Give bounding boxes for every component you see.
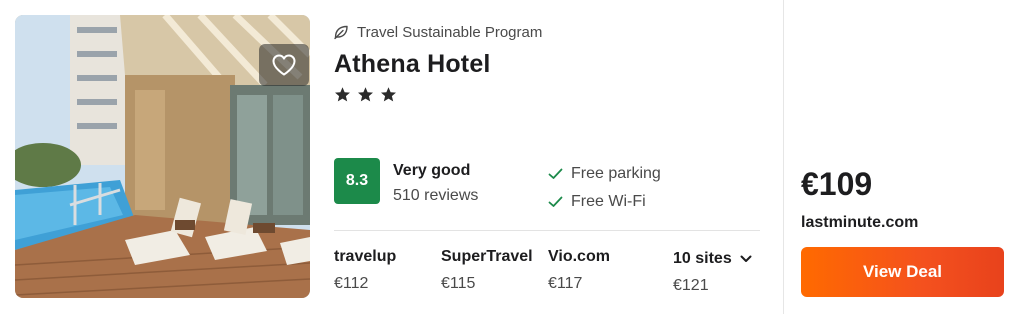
heart-icon [272, 54, 296, 76]
more-sites-dropdown[interactable]: 10 sites €121 [673, 250, 752, 295]
favorite-button[interactable] [259, 44, 309, 86]
divider [334, 230, 760, 231]
deal-price: €109 [801, 166, 873, 202]
provider-travelup[interactable]: travelup €112 [334, 248, 396, 293]
rating-label: Very good [393, 162, 471, 179]
amenity-label: Free parking [571, 165, 661, 182]
star-icon [335, 87, 350, 102]
more-sites-label: 10 sites [673, 250, 732, 267]
hotel-name[interactable]: Athena Hotel [334, 50, 491, 79]
provider-price: €112 [334, 275, 369, 292]
chevron-down-icon [740, 255, 752, 262]
sustainable-program-text: Travel Sustainable Program [357, 23, 543, 41]
amenity-free-wifi: Free Wi-Fi [548, 192, 646, 212]
provider-vio[interactable]: Vio.com €117 [548, 248, 610, 293]
amenity-label: Free Wi-Fi [571, 193, 646, 210]
provider-price: €117 [548, 275, 583, 292]
star-icon [358, 87, 373, 102]
provider-name: travelup [334, 248, 397, 265]
leaf-icon [334, 25, 348, 40]
hotel-star-rating [334, 86, 397, 103]
hotel-photo[interactable] [15, 15, 310, 298]
more-sites-price: €121 [673, 277, 709, 294]
provider-name: SuperTravel [441, 248, 533, 265]
star-icon [381, 87, 396, 102]
check-icon [548, 196, 563, 207]
check-icon [548, 168, 563, 179]
provider-price: €115 [441, 275, 476, 292]
deal-source: lastminute.com [801, 214, 919, 231]
provider-supertravel[interactable]: SuperTravel €115 [441, 248, 533, 293]
hotel-result-card[interactable]: Travel Sustainable Program Athena Hotel … [0, 0, 1024, 314]
column-divider [783, 0, 784, 314]
sustainable-program-label: Travel Sustainable Program [333, 22, 542, 42]
rating-score-badge: 8.3 [334, 158, 380, 204]
provider-name: Vio.com [548, 248, 610, 265]
review-count[interactable]: 510 reviews [393, 187, 478, 205]
amenity-free-parking: Free parking [548, 164, 661, 184]
view-deal-button[interactable]: View Deal [801, 247, 1004, 297]
